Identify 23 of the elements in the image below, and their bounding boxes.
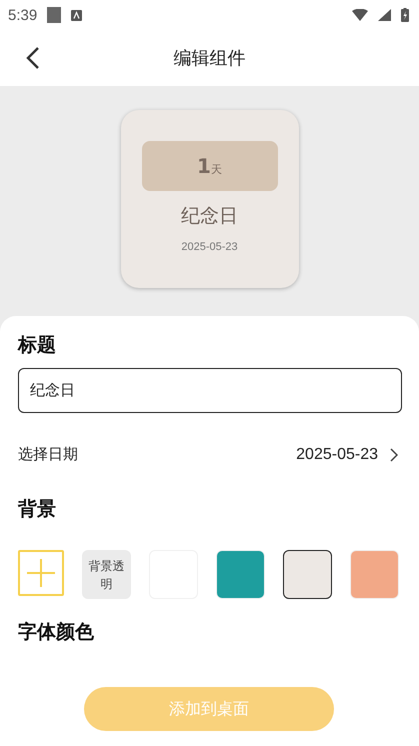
date-value[interactable]: 2025-05-23 (296, 446, 378, 464)
add-color-button[interactable] (18, 550, 64, 596)
background-label: 背景 (18, 497, 56, 522)
widget-name: 纪念日 (181, 204, 238, 229)
back-icon[interactable] (26, 46, 40, 70)
widget-date: 2025-05-23 (181, 241, 238, 253)
date-label: 选择日期 (18, 445, 78, 464)
battery-icon (401, 8, 409, 22)
keyboard-notification-icon (71, 10, 82, 20)
color-swatch[interactable] (283, 550, 332, 599)
transparent-background-button[interactable]: 背景透明 (82, 550, 131, 599)
day-unit: 天 (210, 162, 222, 176)
day-count: 1 (197, 154, 211, 178)
notification-square-icon (47, 7, 62, 23)
page-title: 编辑组件 (174, 47, 246, 70)
chevron-right-icon[interactable] (390, 448, 398, 462)
signal-icon (378, 9, 391, 21)
font-color-label: 字体颜色 (18, 620, 94, 645)
title-label: 标题 (18, 333, 56, 358)
plus-icon (27, 559, 55, 587)
wifi-icon (352, 9, 368, 21)
title-input-field[interactable]: 纪念日 (18, 368, 402, 413)
status-time: 5:39 (8, 6, 38, 24)
